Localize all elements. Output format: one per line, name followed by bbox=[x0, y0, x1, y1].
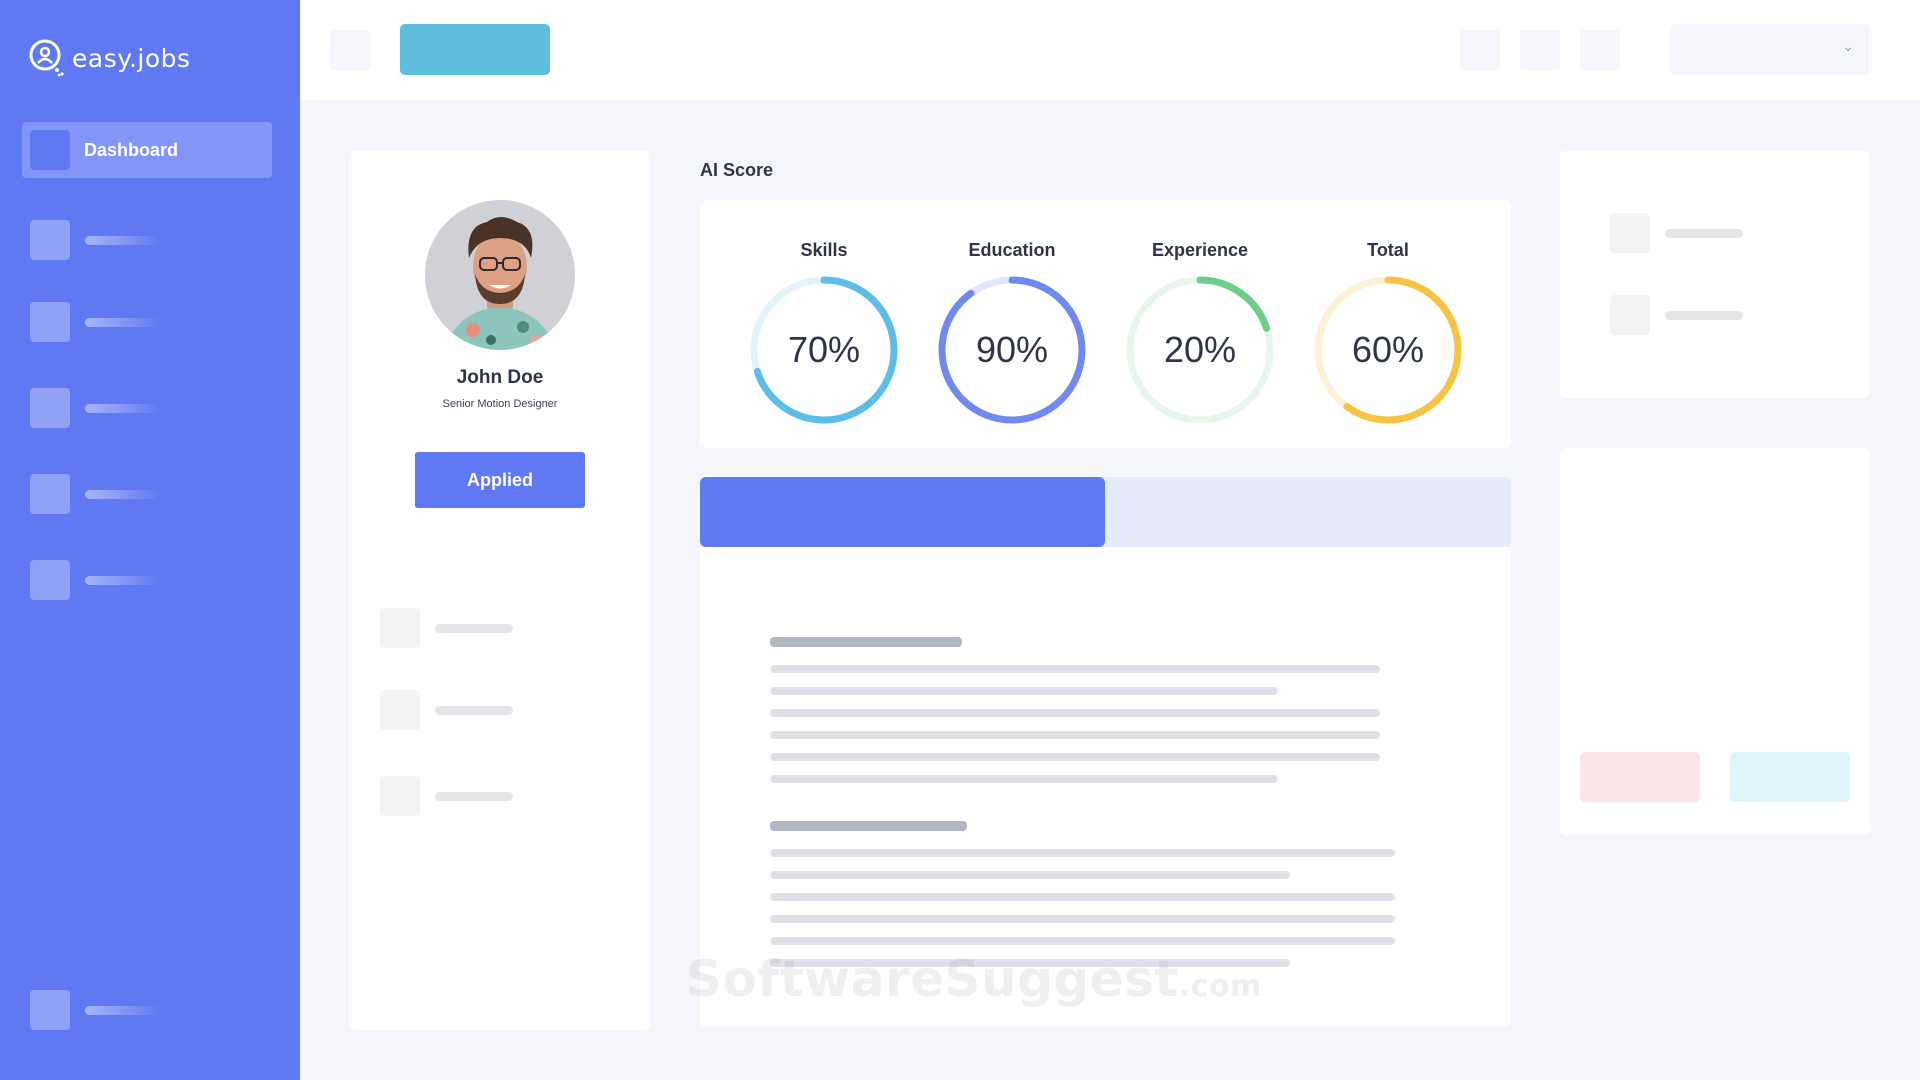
score-ring: 20% bbox=[1125, 275, 1275, 425]
nav-icon bbox=[30, 302, 70, 342]
nav-label-placeholder bbox=[85, 317, 161, 327]
score-total: Total 60% bbox=[1308, 240, 1468, 425]
info-row bbox=[1610, 295, 1743, 335]
tab-inactive[interactable] bbox=[1105, 477, 1511, 547]
score-label: Total bbox=[1367, 240, 1409, 260]
logo-text: easy.jobs bbox=[72, 43, 191, 73]
nav-icon bbox=[30, 474, 70, 514]
score-label: Skills bbox=[800, 240, 848, 260]
sidebar-item-label: Dashboard bbox=[84, 139, 179, 160]
nav-icon bbox=[30, 990, 70, 1030]
applied-status-button[interactable]: Applied bbox=[415, 452, 585, 508]
text-line-placeholder bbox=[770, 849, 1395, 857]
sidebar-item-bottom[interactable] bbox=[30, 990, 230, 1030]
info-row bbox=[380, 608, 513, 648]
sidebar: easy.jobs Dashboard bbox=[0, 0, 300, 1080]
text-line-placeholder bbox=[770, 709, 1380, 717]
info-text-placeholder bbox=[1665, 228, 1743, 238]
text-line-placeholder bbox=[770, 731, 1380, 739]
info-row bbox=[380, 690, 513, 730]
score-skills: Skills 70% bbox=[744, 240, 904, 425]
toolbar-icon-button[interactable] bbox=[1580, 30, 1620, 70]
score-value: 60% bbox=[1351, 329, 1425, 370]
nav-icon bbox=[30, 388, 70, 428]
ai-score-title: AI Score bbox=[700, 160, 774, 180]
score-value: 70% bbox=[787, 329, 861, 370]
sidebar-item[interactable] bbox=[30, 388, 230, 428]
text-line-placeholder bbox=[770, 937, 1395, 945]
score-ring: 60% bbox=[1313, 275, 1463, 425]
logo[interactable]: easy.jobs bbox=[28, 38, 191, 78]
nav-label-placeholder bbox=[85, 1005, 161, 1015]
text-line-placeholder bbox=[770, 915, 1395, 923]
score-value: 90% bbox=[975, 329, 1049, 370]
info-row bbox=[1610, 213, 1743, 253]
candidate-profile-card: John Doe Senior Motion Designer Applied bbox=[350, 151, 650, 1030]
watermark-suffix: .com bbox=[1178, 969, 1262, 1004]
sidebar-item-dashboard[interactable]: Dashboard bbox=[22, 122, 272, 178]
info-text-placeholder bbox=[1665, 310, 1743, 320]
nav-label-placeholder bbox=[85, 235, 161, 245]
toolbar-icon-button[interactable] bbox=[1520, 30, 1560, 70]
info-text-placeholder bbox=[435, 623, 513, 633]
logo-icon bbox=[29, 39, 64, 77]
nav-icon bbox=[30, 220, 70, 260]
chevron-down-icon: ⌄ bbox=[1842, 38, 1854, 54]
primary-action-button[interactable] bbox=[400, 24, 550, 75]
watermark-main: SoftwareSuggest bbox=[686, 950, 1179, 1008]
top-bar: ⌄ bbox=[300, 0, 1920, 100]
account-dropdown[interactable]: ⌄ bbox=[1670, 24, 1870, 75]
score-ring: 70% bbox=[749, 275, 899, 425]
text-line-placeholder bbox=[770, 665, 1380, 673]
detail-tabs bbox=[700, 477, 1511, 547]
section-heading-placeholder bbox=[770, 821, 967, 831]
info-icon bbox=[1610, 295, 1650, 335]
score-value: 20% bbox=[1163, 329, 1237, 370]
info-icon bbox=[380, 608, 420, 648]
score-label: Education bbox=[968, 240, 1056, 260]
info-text-placeholder bbox=[435, 705, 513, 715]
reject-button[interactable] bbox=[1580, 752, 1700, 802]
ai-score-card: Skills 70% Education 90% Experience 20% bbox=[700, 200, 1511, 448]
right-actions-card bbox=[1560, 448, 1870, 835]
menu-toggle-button[interactable] bbox=[330, 30, 370, 70]
text-line-placeholder bbox=[770, 871, 1290, 879]
info-text-placeholder bbox=[435, 791, 513, 801]
text-line-placeholder bbox=[770, 687, 1278, 695]
tab-active[interactable] bbox=[700, 477, 1105, 547]
nav-label-placeholder bbox=[85, 489, 161, 499]
score-label: Experience bbox=[1151, 240, 1249, 260]
info-row bbox=[380, 776, 513, 816]
score-education: Education 90% bbox=[932, 240, 1092, 425]
info-icon bbox=[380, 776, 420, 816]
accept-button[interactable] bbox=[1730, 752, 1850, 802]
sidebar-item[interactable] bbox=[30, 474, 230, 514]
text-line-placeholder bbox=[770, 753, 1380, 761]
avatar bbox=[425, 200, 575, 350]
score-experience: Experience 20% bbox=[1120, 240, 1280, 425]
dashboard-icon bbox=[30, 130, 70, 170]
sidebar-item[interactable] bbox=[30, 302, 230, 342]
sidebar-item[interactable] bbox=[30, 560, 230, 600]
sidebar-item[interactable] bbox=[30, 220, 230, 260]
score-ring: 90% bbox=[937, 275, 1087, 425]
nav-icon bbox=[30, 560, 70, 600]
text-line-placeholder bbox=[770, 775, 1278, 783]
section-heading-placeholder bbox=[770, 637, 962, 647]
right-info-card bbox=[1560, 151, 1870, 398]
candidate-role: Senior Motion Designer bbox=[442, 398, 558, 410]
info-icon bbox=[1610, 213, 1650, 253]
text-line-placeholder bbox=[770, 893, 1395, 901]
candidate-name: John Doe bbox=[456, 367, 544, 388]
nav-label-placeholder bbox=[85, 403, 161, 413]
watermark: SoftwareSuggest.com bbox=[686, 950, 1262, 1008]
info-icon bbox=[380, 690, 420, 730]
nav-label-placeholder bbox=[85, 575, 161, 585]
toolbar-icon-button[interactable] bbox=[1460, 30, 1500, 70]
